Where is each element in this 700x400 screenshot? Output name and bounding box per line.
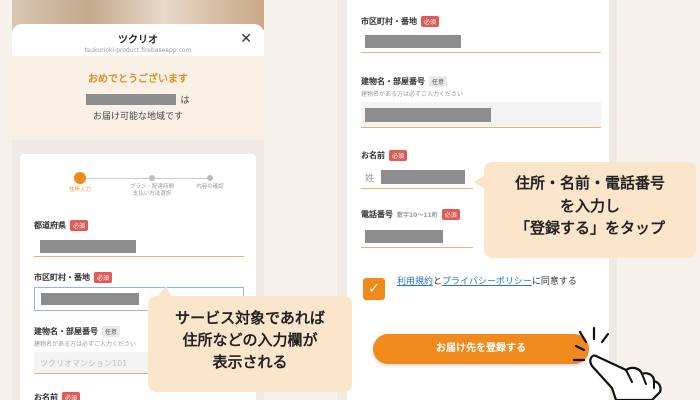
agree-and: と	[433, 277, 443, 287]
phone-label: 電話番号	[361, 210, 393, 219]
redacted-value	[365, 230, 443, 243]
redacted-value	[381, 170, 465, 184]
building-placeholder: ツクリオマンション101	[40, 359, 128, 368]
close-icon[interactable]: ✕	[240, 32, 252, 46]
modal-url: tsukurioki-product.firebaseapp.com	[84, 47, 192, 54]
required-badge: 必須	[421, 16, 440, 27]
callout-right-line1: 住所・名前・電話番号	[514, 174, 665, 192]
name-label: お名前	[361, 151, 385, 160]
step-3: 内容の確認	[175, 172, 245, 191]
phone-hint: 数字10〜11桁	[397, 212, 438, 219]
step-2-dot	[149, 175, 155, 181]
callout-right: 住所・名前・電話番号 を入力し 「登録する」をタップ	[474, 162, 696, 258]
optional-badge: 任意	[102, 326, 121, 337]
progress-steps: 住所入力 プラン・配達時間 支払い方法選択 内容の確認	[20, 172, 256, 212]
modal-title: ツクリオ	[118, 35, 158, 46]
privacy-link[interactable]: プライバシーポリシー	[442, 277, 532, 287]
agree-checkbox[interactable]: ✓	[363, 278, 385, 300]
name-label: お名前	[34, 393, 58, 400]
required-badge: 必須	[441, 209, 460, 220]
step-1: 住所入力	[45, 172, 115, 194]
agree-text: 利用規約とプライバシーポリシーに同意する	[397, 274, 592, 291]
building-label: 建物名・部屋番号	[34, 327, 98, 336]
register-address-button[interactable]: お届け先を登録する	[373, 334, 589, 364]
step-3-dot	[207, 175, 213, 181]
congrats-area-line: は	[12, 93, 264, 106]
city-label: 市区町村・番地	[361, 17, 417, 26]
congrats-banner: おめでとうございます は お届け可能な地域です	[12, 56, 264, 140]
redacted-value	[365, 35, 461, 48]
callout-left-line1: サービス対象であれば	[175, 309, 325, 327]
callout-left: サービス対象であれば 住所などの入力欄が 表示される	[148, 286, 352, 392]
congrats-suffix: は	[180, 96, 190, 106]
prefecture-group: 都道府県 必須	[34, 220, 244, 257]
prefecture-field[interactable]	[34, 235, 244, 257]
city-label: 市区町村・番地	[34, 273, 90, 282]
required-badge: 必須	[389, 150, 408, 161]
congrats-title: おめでとうございます	[88, 74, 188, 85]
required-badge: 必須	[70, 220, 89, 231]
redacted-value	[40, 240, 136, 253]
redacted-value	[365, 108, 491, 122]
building-hint: 建物名がある方は必ずご入力ください	[361, 91, 464, 98]
agree-suffix: に同意する	[531, 277, 577, 287]
callout-left-line3: 表示される	[212, 352, 288, 371]
congrats-subtitle: お届け可能な地域です	[92, 112, 183, 122]
phone-field[interactable]	[361, 226, 473, 248]
required-badge: 必須	[62, 392, 81, 400]
prefecture-label: 都道府県	[34, 221, 66, 230]
city-field[interactable]	[361, 31, 601, 53]
step-1-label: 住所入力	[68, 187, 91, 193]
callout-right-line3: 「登録する」をタップ	[514, 219, 665, 237]
callout-right-line2: を入力し	[559, 196, 620, 215]
city-group-right: 市区町村・番地 必須	[361, 16, 601, 53]
step-3-label: 内容の確認	[196, 184, 224, 190]
terms-link[interactable]: 利用規約	[397, 277, 433, 287]
redacted-area	[86, 94, 177, 105]
building-group-right: 建物名・部屋番号 任意 建物名がある方は必ずご入力ください	[361, 76, 601, 128]
building-field[interactable]	[361, 102, 601, 128]
redacted-value	[41, 293, 139, 305]
optional-badge: 任意	[429, 76, 448, 87]
required-badge: 必須	[94, 272, 113, 283]
last-name-field[interactable]: 姓	[361, 167, 473, 189]
tap-hand-icon	[572, 326, 662, 400]
modal-header: ツクリオ tsukurioki-product.firebaseapp.com …	[12, 24, 264, 56]
name-group: お名前 必須	[34, 392, 244, 400]
sei-label: 姓	[365, 174, 375, 184]
building-label: 建物名・部屋番号	[361, 77, 425, 86]
callout-left-line2: 住所などの入力欄が	[182, 330, 318, 349]
step-1-dot	[74, 172, 86, 184]
